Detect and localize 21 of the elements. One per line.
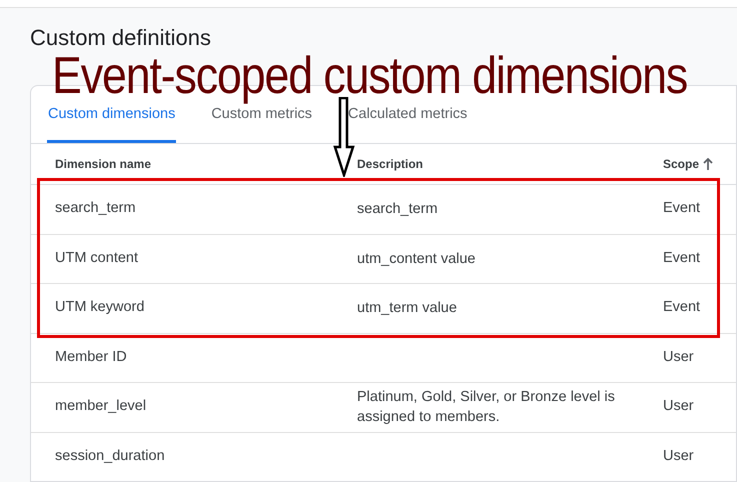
- table-cell-text: search_term: [357, 200, 439, 220]
- table-cell: member_level: [55, 398, 146, 414]
- table-cell-text: utm_term value: [357, 299, 458, 318]
- table-cell: User: [663, 398, 694, 414]
- table-cell: Event: [663, 200, 700, 216]
- column-header[interactable]: Scope: [663, 155, 700, 173]
- table-cell: Event: [663, 250, 700, 266]
- table-cell: User: [663, 448, 694, 464]
- table-cell: UTM content: [55, 250, 138, 266]
- table-cell-text: Platinum, Gold, Silver, or Bronze level is assigned to members.: [357, 388, 616, 428]
- table-cell: Event: [663, 299, 700, 316]
- table-cell: session_duration: [55, 448, 165, 464]
- column-header[interactable]: Dimension name: [55, 155, 152, 173]
- sort-up-icon[interactable]: [703, 158, 714, 170]
- table-cell-text: utm_content value: [357, 250, 476, 269]
- column-header[interactable]: Description: [357, 155, 424, 173]
- table-cell: Member ID: [55, 348, 127, 365]
- table-cell: User: [663, 348, 694, 365]
- table-cell: UTM keyword: [55, 299, 144, 316]
- table-cell: search_term: [55, 200, 136, 216]
- page-title: Custom definitions: [30, 28, 211, 48]
